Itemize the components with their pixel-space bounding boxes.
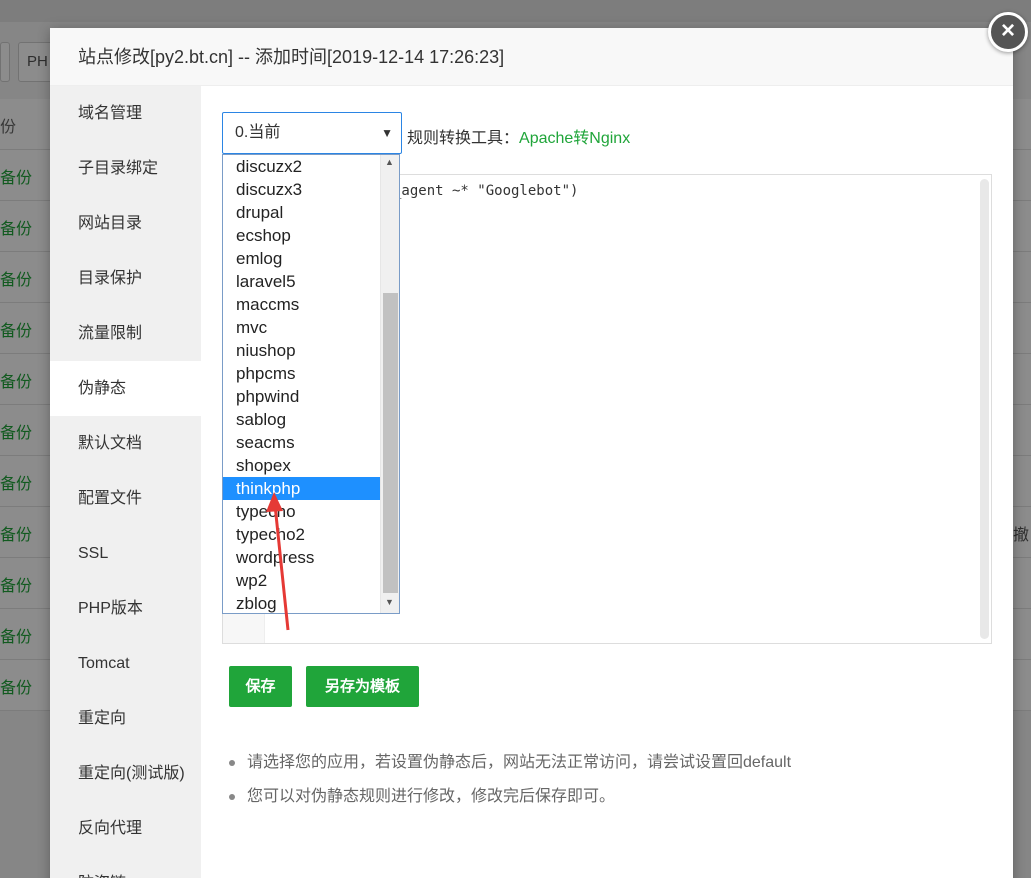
tips-list: 请选择您的应用，若设置伪静态后，网站无法正常访问，请尝试设置回default 您… <box>229 746 989 814</box>
tip-item: 您可以对伪静态规则进行修改，修改完后保存即可。 <box>229 780 989 814</box>
dropdown-option[interactable]: maccms <box>223 293 380 316</box>
dialog-sidebar: 域名管理 子目录绑定 网站目录 目录保护 流量限制 伪静态 默认文档 配置文件 SSL PHP版本… <box>50 86 201 878</box>
select-value: 0.当前 <box>235 124 281 141</box>
editor-scrollbar[interactable] <box>980 179 989 639</box>
dropdown-option[interactable]: laravel5 <box>223 270 380 293</box>
site-edit-dialog: 站点修改[py2.bt.cn] -- 添加时间[2019-12-14 17:26… <box>50 28 1013 878</box>
sidebar-item[interactable]: 配置文件 <box>50 471 201 526</box>
sidebar-item[interactable]: 子目录绑定 <box>50 141 201 196</box>
dropdown-option[interactable]: zblog <box>223 592 380 613</box>
apache-to-nginx-link[interactable]: Apache转Nginx <box>519 130 630 147</box>
dropdown-option[interactable]: wordpress <box>223 546 380 569</box>
chevron-down-icon: ▼ <box>381 126 393 140</box>
save-button[interactable]: 保存 <box>229 666 292 707</box>
dropdown-option[interactable]: mvc <box>223 316 380 339</box>
dropdown-option[interactable]: sablog <box>223 408 380 431</box>
sidebar-item[interactable]: 重定向(测试版) <box>50 746 201 801</box>
dropdown-option[interactable]: wp2 <box>223 569 380 592</box>
rule-convert-tool: 规则转换工具：Apache转Nginx <box>407 124 630 148</box>
sidebar-item[interactable]: SSL <box>50 526 201 581</box>
dropdown-option[interactable]: niushop <box>223 339 380 362</box>
scroll-up-icon[interactable]: ▲ <box>385 157 394 167</box>
sidebar-item[interactable]: 流量限制 <box>50 306 201 361</box>
sidebar-item[interactable]: 目录保护 <box>50 251 201 306</box>
dropdown-option[interactable]: typecho2 <box>223 523 380 546</box>
dialog-title: 站点修改[py2.bt.cn] -- 添加时间[2019-12-14 17:26… <box>50 28 1013 86</box>
rewrite-template-select[interactable]: 0.当前 ▼ <box>222 112 402 154</box>
sidebar-item[interactable]: 默认文档 <box>50 416 201 471</box>
dropdown-scroll-thumb[interactable] <box>383 293 398 593</box>
sidebar-item[interactable]: 伪静态 <box>50 361 201 416</box>
dropdown-option[interactable]: ecshop <box>223 224 380 247</box>
dropdown-option[interactable]: shopex <box>223 454 380 477</box>
sidebar-item[interactable]: PHP版本 <box>50 581 201 636</box>
dropdown-option-list: discuzx2 discuzx3 drupal ecshop emlog laravel… <box>223 155 380 613</box>
tip-item: 请选择您的应用，若设置伪静态后，网站无法正常访问，请尝试设置回default <box>229 746 989 780</box>
rule-convert-label: 规则转换工具： <box>407 130 520 147</box>
sidebar-item[interactable]: Tomcat <box>50 636 201 691</box>
dropdown-option[interactable]: seacms <box>223 431 380 454</box>
dropdown-option[interactable]: emlog <box>223 247 380 270</box>
dropdown-scrollbar[interactable]: ▲ ▼ <box>380 155 399 613</box>
dropdown-option[interactable]: drupal <box>223 201 380 224</box>
sidebar-item[interactable]: 域名管理 <box>50 86 201 141</box>
rewrite-template-dropdown[interactable]: discuzx2 discuzx3 drupal ecshop emlog laravel… <box>222 154 400 614</box>
dropdown-option[interactable]: thinkphp <box>223 477 380 500</box>
save-as-template-button[interactable]: 另存为模板 <box>306 666 419 707</box>
sidebar-item[interactable]: 网站目录 <box>50 196 201 251</box>
sidebar-item[interactable]: 防盗链 <box>50 856 201 878</box>
editor-code-line: _agent ~* "Googlebot") <box>393 183 579 199</box>
dropdown-option[interactable]: discuzx2 <box>223 155 380 178</box>
dropdown-option[interactable]: phpcms <box>223 362 380 385</box>
dropdown-option[interactable]: discuzx3 <box>223 178 380 201</box>
sidebar-item[interactable]: 重定向 <box>50 691 201 746</box>
dropdown-option[interactable]: phpwind <box>223 385 380 408</box>
close-icon[interactable]: × <box>988 12 1028 52</box>
sidebar-item[interactable]: 反向代理 <box>50 801 201 856</box>
scroll-down-icon[interactable]: ▼ <box>385 597 394 607</box>
dropdown-option[interactable]: typecho <box>223 500 380 523</box>
